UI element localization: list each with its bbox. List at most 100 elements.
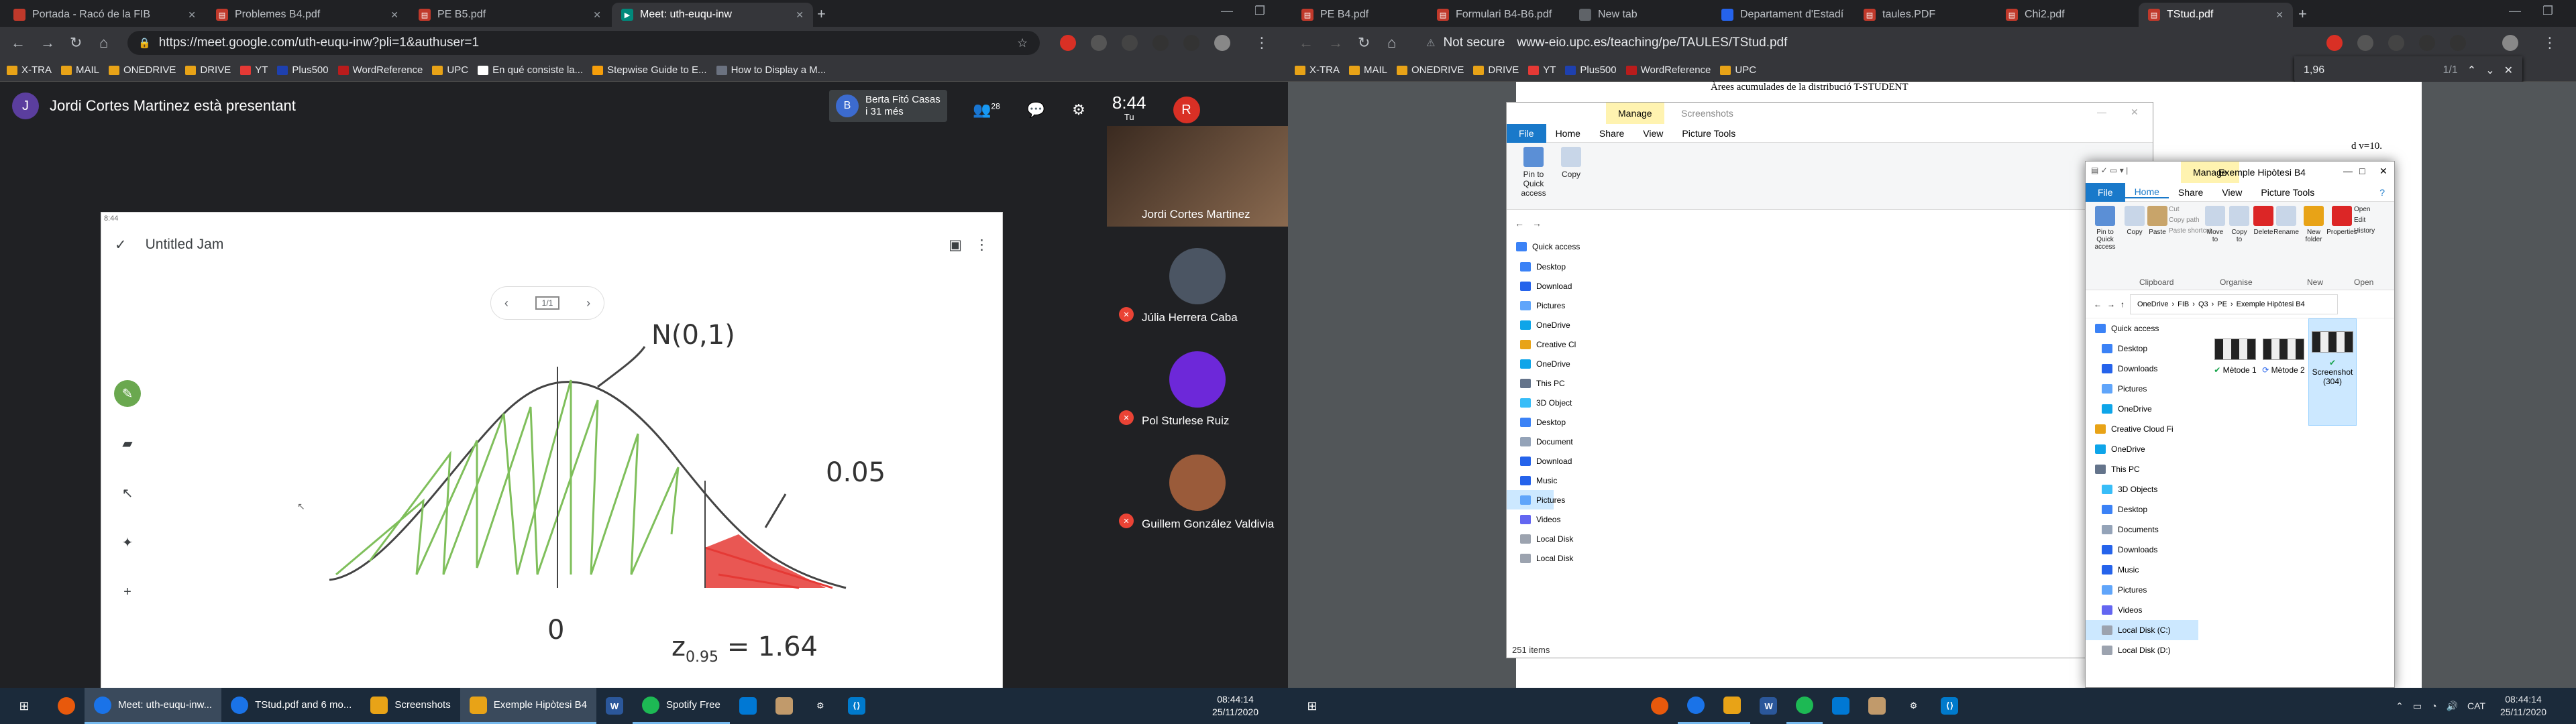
bookmark[interactable]: MAIL [1349, 64, 1387, 76]
minimize-icon[interactable]: — [2509, 4, 2521, 18]
bookmark[interactable]: WordReference [337, 64, 423, 76]
ribbon-tab-view[interactable]: View [2212, 187, 2251, 198]
nav-item[interactable]: Videos [1507, 509, 1560, 529]
back-arrow-icon[interactable]: ← [2094, 300, 2102, 309]
bookmark[interactable]: Plus500 [1565, 64, 1617, 76]
nav-item[interactable]: 3D Objects [2086, 479, 2198, 499]
reload-icon[interactable]: ↻ [70, 34, 82, 52]
breadcrumb-item[interactable]: PE [2217, 300, 2227, 308]
forward-arrow-icon[interactable]: → [2107, 300, 2115, 309]
nav-item[interactable]: OneDrive [2086, 439, 2198, 459]
breadcrumb-item[interactable]: Exemple Hipòtesi B4 [2237, 300, 2305, 308]
ribbon-tab-picture-tools[interactable]: Picture Tools [2251, 187, 2324, 198]
tab[interactable]: ▤ taules.PDF [1854, 3, 1995, 27]
tab-meet[interactable]: ▶ Meet: uth-euqu-inw ✕ [612, 3, 813, 27]
bookmark[interactable]: ONEDRIVE [109, 64, 176, 76]
explorer-taskbar-button[interactable] [1714, 688, 1751, 724]
word-taskbar-button[interactable]: W [596, 688, 633, 724]
nav-item[interactable]: Pictures [2086, 580, 2198, 600]
new-tab-button[interactable]: + [817, 7, 826, 21]
extension-icon[interactable] [1183, 35, 1199, 51]
nav-item[interactable]: Quick access [1507, 237, 1580, 257]
people-button[interactable]: 👥28 [973, 101, 1000, 119]
nav-item[interactable]: This PC [1507, 373, 1565, 393]
paste-button[interactable]: Paste [2146, 206, 2169, 236]
maximize-icon[interactable]: □ [2359, 166, 2365, 176]
nav-item[interactable]: This PC [2086, 459, 2198, 479]
copy-button[interactable]: Copy [2123, 206, 2146, 236]
extension-icon[interactable] [2388, 35, 2404, 51]
language-indicator[interactable]: CAT [2467, 701, 2485, 711]
tab[interactable]: ▤ Chi2.pdf [1996, 3, 2137, 27]
new-folder-button[interactable]: New folder [2300, 206, 2327, 243]
find-prev-icon[interactable]: ⌃ [2467, 64, 2476, 77]
close-icon[interactable]: ✕ [2379, 166, 2387, 177]
delete-button[interactable]: Delete [2252, 206, 2275, 236]
settings-taskbar-button[interactable]: ⚙ [1895, 688, 1931, 724]
taskbar-app[interactable]: Screenshots [361, 688, 460, 724]
taskbar-clock[interactable]: 08:44:14 25/11/2020 [1212, 693, 1258, 719]
tab[interactable]: New tab [1570, 3, 1711, 27]
nav-item[interactable]: Music [2086, 560, 2198, 580]
pin-quick-access-button[interactable]: Pin to Quick access [1513, 147, 1554, 198]
nav-item[interactable]: Local Disk (C:) [2086, 620, 2198, 640]
bookmark[interactable]: X-TRA [7, 64, 52, 76]
bookmark[interactable]: En qué consiste la... [478, 64, 583, 76]
taskbar-pinned[interactable] [1823, 688, 1859, 724]
ribbon-tab-file[interactable]: File [2086, 182, 2125, 202]
wifi-icon[interactable]: ◔ [2431, 701, 2436, 711]
path-breadcrumb[interactable]: OneDrive › FIB › Q3 › PE › Exemple Hipòtesi … [2130, 294, 2338, 314]
bookmark[interactable]: How to Display a M... [716, 64, 826, 76]
profile-avatar[interactable] [2502, 35, 2518, 51]
menu-dots-icon[interactable]: ⋮ [1254, 34, 1269, 52]
nav-item[interactable]: Downloads [2086, 359, 2198, 379]
nav-item[interactable]: Local Disk (D:) [2086, 640, 2198, 660]
back-arrow-icon[interactable]: ← [1299, 34, 1313, 52]
move-to-button[interactable]: Move to [2204, 206, 2226, 243]
nav-item[interactable]: Desktop [1507, 257, 1566, 276]
activities-icon[interactable]: ⚙ [1072, 101, 1085, 119]
find-next-icon[interactable]: ⌄ [2485, 64, 2494, 77]
nav-item[interactable]: Videos [2086, 600, 2198, 620]
taskbar-pinned[interactable] [766, 688, 802, 724]
extension-icon[interactable] [2326, 35, 2343, 51]
participant-tile[interactable]: ✕ Guillem González Valdivia [1107, 436, 1288, 536]
extension-icon[interactable] [1122, 35, 1138, 51]
nav-item[interactable]: Desktop [2086, 499, 2198, 520]
nav-item[interactable]: Pictures [1507, 296, 1565, 315]
pin-quick-access-button[interactable]: Pin to Quick access [2088, 206, 2122, 251]
participant-tile[interactable]: ✕ Júlia Herrera Caba [1107, 229, 1288, 330]
nav-item[interactable]: Desktop [1507, 412, 1566, 432]
nav-item[interactable]: Creative Cloud Fi [2086, 419, 2198, 439]
nav-item[interactable]: OneDrive [1507, 354, 1570, 373]
firefox-taskbar-button[interactable] [48, 688, 85, 724]
taskbar-pinned[interactable] [1859, 688, 1895, 724]
close-icon[interactable]: ✕ [188, 9, 196, 21]
user-avatar[interactable]: R [1173, 97, 1200, 123]
tab[interactable]: Departament d'Estadís [1712, 3, 1853, 27]
tab-tstud[interactable]: ▤ TStud.pdf ✕ [2139, 3, 2293, 27]
bookmark[interactable]: YT [240, 64, 268, 76]
back-arrow-icon[interactable]: ← [1515, 218, 1524, 229]
breadcrumb-item[interactable]: Q3 [2198, 300, 2208, 308]
bookmark[interactable]: WordReference [1625, 64, 1711, 76]
ribbon-tab-view[interactable]: View [1633, 128, 1672, 139]
tab[interactable]: ▤ PE B4.pdf [1292, 3, 1426, 27]
chat-icon[interactable]: 💬 [1027, 101, 1045, 119]
taskbar-app[interactable]: Exemple Hipòtesi B4 [460, 688, 596, 724]
profile-avatar[interactable] [1214, 35, 1230, 51]
extension-icon[interactable] [1060, 35, 1076, 51]
minimize-icon[interactable]: — [2097, 107, 2106, 117]
bookmark[interactable]: DRIVE [1473, 64, 1519, 76]
word-taskbar-button[interactable]: W [1750, 688, 1786, 724]
start-button[interactable]: ⊞ [1288, 688, 1336, 724]
help-icon[interactable]: ? [2370, 187, 2394, 198]
taskbar-app[interactable]: Spotify Free [632, 688, 730, 724]
close-icon[interactable]: ✕ [390, 9, 398, 21]
nav-item[interactable]: Local Disk [1507, 529, 1573, 548]
vscode-taskbar-button[interactable]: ⟨⟩ [1931, 688, 1968, 724]
close-icon[interactable]: ✕ [593, 9, 601, 21]
forward-arrow-icon[interactable]: → [40, 34, 55, 52]
nav-item[interactable]: Pictures [2086, 379, 2198, 399]
bookmark[interactable]: X-TRA [1295, 64, 1340, 76]
